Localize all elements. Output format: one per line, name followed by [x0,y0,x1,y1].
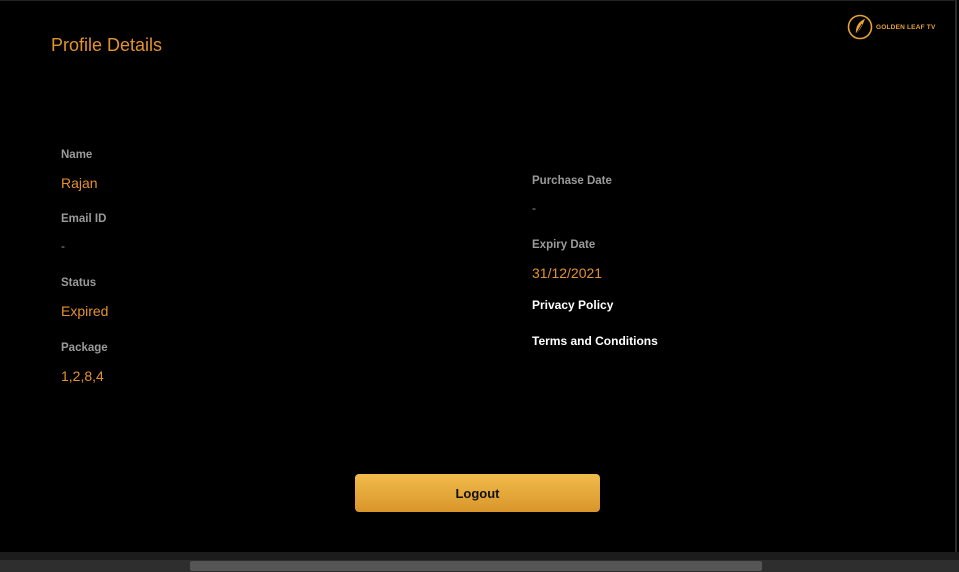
purchase-date-value: - [532,201,536,215]
profile-screen: Profile Details GOLDEN LEAF TV Name Raja… [0,0,957,553]
package-value: 1,2,8,4 [61,368,104,384]
purchase-date-label: Purchase Date [532,175,612,187]
name-label: Name [61,149,93,161]
email-value: - [61,239,65,253]
page-title: Profile Details [51,35,163,55]
logo-text: GOLDEN LEAF TV [876,23,936,31]
expiry-date-value: 31/12/2021 [532,265,603,281]
brand-logo: GOLDEN LEAF TV [847,14,936,40]
leaf-logo-icon [847,14,873,40]
status-value: Expired [61,303,109,319]
status-label: Status [61,277,97,289]
scrollbar-thumb[interactable] [190,561,762,571]
privacy-policy-link[interactable]: Privacy Policy [532,298,613,312]
email-label: Email ID [61,213,107,225]
terms-conditions-link[interactable]: Terms and Conditions [532,334,658,348]
logout-button[interactable]: Logout [355,474,600,512]
expiry-date-label: Expiry Date [532,239,596,251]
name-value: Rajan [61,175,98,191]
package-label: Package [61,342,108,354]
